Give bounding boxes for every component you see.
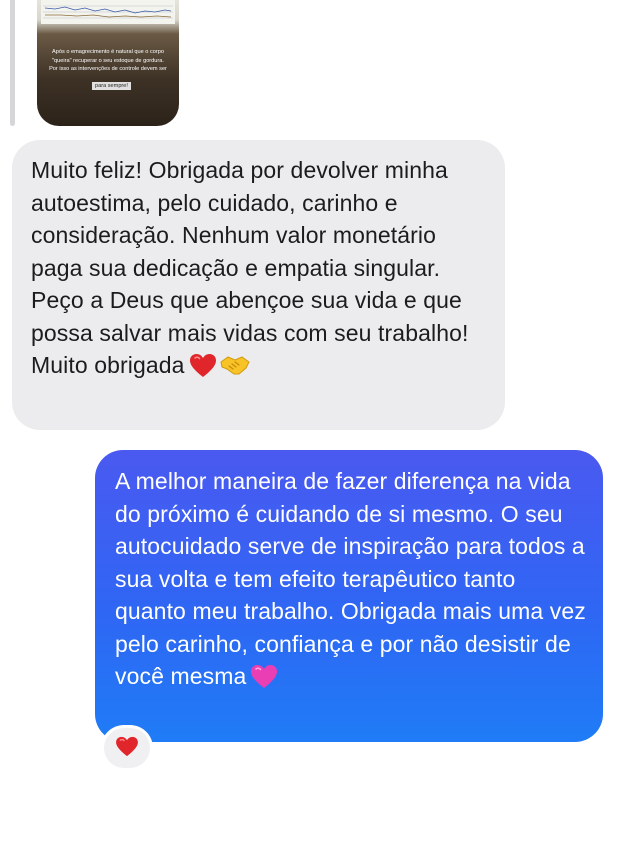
red-heart-icon [115,736,139,761]
sent-message-text: A melhor maneira de fazer diferença na v… [115,468,586,689]
sent-message-bubble[interactable]: A melhor maneira de fazer diferença na v… [95,450,603,742]
story-caption: Após o emagrecimento é natural que o cor… [49,49,167,73]
story-caption-highlight: para sempre! [92,82,131,90]
pink-heart-icon [250,664,278,698]
story-chart-image [41,0,175,24]
received-message-bubble[interactable]: Muito feliz! Obrigada por devolver minha… [12,140,505,430]
received-message-text: Muito feliz! Obrigada por devolver minha… [31,157,469,378]
reply-indicator-bar [10,0,15,126]
red-heart-icon [189,353,217,387]
message-reaction[interactable] [104,728,150,768]
handshake-icon [219,352,251,385]
story-reply-thumbnail[interactable]: Após o emagrecimento é natural que o cor… [37,0,179,126]
